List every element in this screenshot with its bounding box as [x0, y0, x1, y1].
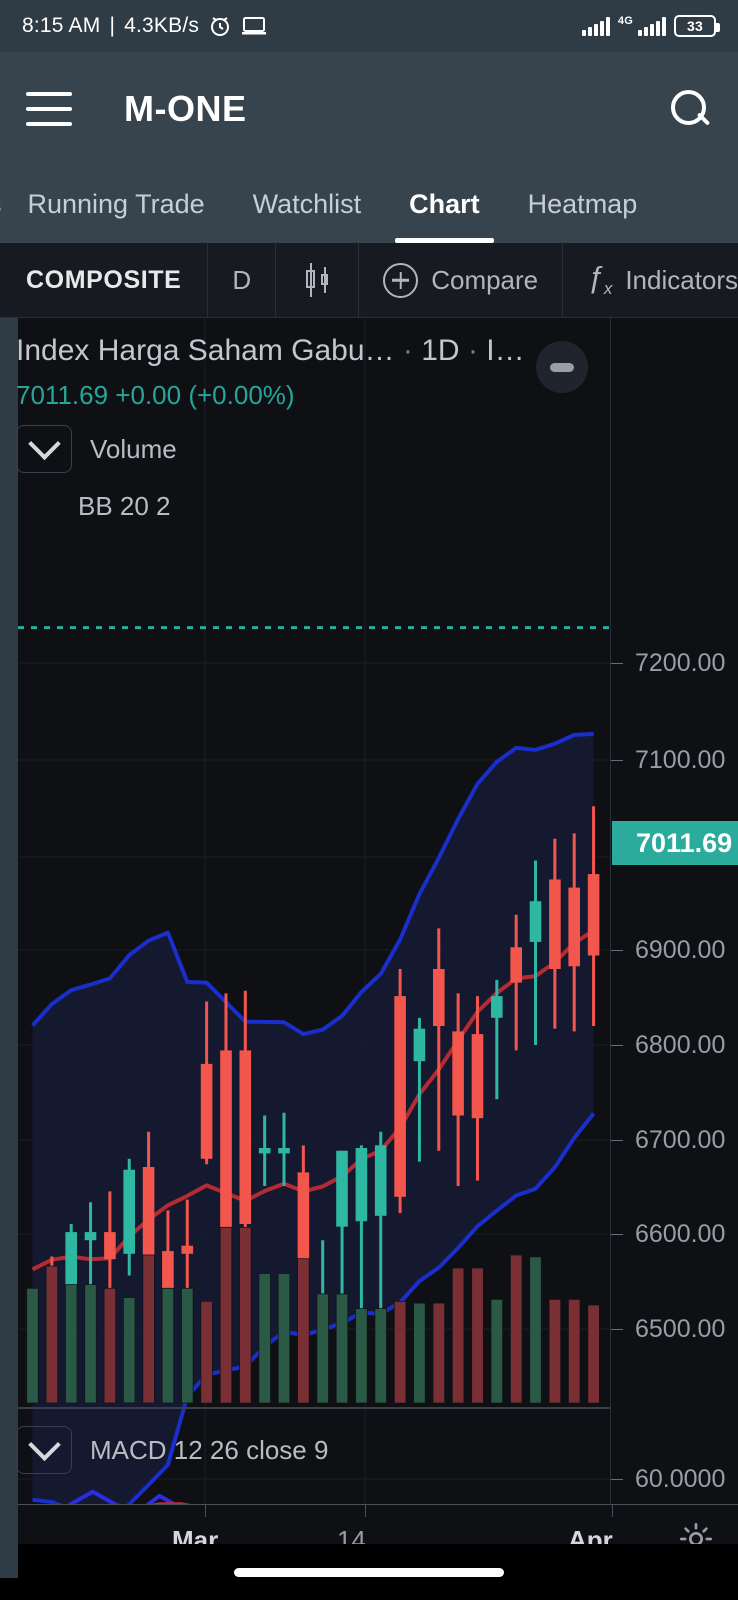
status-network-speed: 4.3KB/s	[124, 14, 200, 37]
legend-title-row[interactable]: Index Harga Saham Gabu… · 1D · I…	[16, 334, 525, 368]
chart-type-button[interactable]	[276, 243, 360, 317]
legend-instrument: Index Harga Saham Gabu…	[16, 334, 395, 367]
hamburger-menu-icon[interactable]	[26, 91, 72, 126]
legend-interval: 1D	[421, 334, 460, 367]
symbol-button[interactable]: COMPOSITE	[0, 243, 209, 317]
tab-heatmap[interactable]: Heatmap	[504, 165, 662, 243]
status-separator: |	[109, 14, 116, 37]
tab-watchlist[interactable]: Watchlist	[229, 165, 386, 243]
price-axis[interactable]: 7200.00 7100.00 7000.00 6900.00 6800.00 …	[610, 318, 738, 1578]
legend-last-price: 7011.69	[16, 380, 109, 410]
macd-axis-label-0: 60.0000	[635, 1465, 726, 1493]
laptop-icon	[241, 15, 267, 37]
home-indicator[interactable]	[234, 1567, 504, 1577]
legend-change-percent: (+0.00%)	[188, 380, 295, 410]
price-axis-label-0: 7200.00	[635, 649, 726, 677]
legend-bb-label: BB 20 2	[78, 491, 171, 521]
system-nav-bar	[0, 1544, 738, 1600]
minimize-icon[interactable]	[536, 341, 588, 393]
function-fx-icon: ƒx	[587, 261, 613, 298]
compare-button[interactable]: Compare	[359, 243, 564, 317]
interval-button[interactable]: D	[208, 243, 277, 317]
plus-circle-icon	[383, 262, 419, 298]
chevron-down-icon-macd[interactable]	[16, 1426, 72, 1474]
app-title: M-ONE	[124, 87, 247, 129]
tab-bar: s Running Trade Watchlist Chart Heatmap	[0, 165, 738, 243]
legend-exchange: I…	[486, 334, 525, 367]
chart-toolbar: COMPOSITE D Compare ƒx Indicators	[0, 243, 738, 318]
price-axis-label-4: 6800.00	[635, 1031, 726, 1059]
macd-label: MACD 12 26 close 9	[90, 1434, 329, 1465]
macd-legend: MACD 12 26 close 9	[16, 1426, 328, 1474]
status-bar-left: 8:15 AM | 4.3KB/s	[22, 14, 267, 38]
legend-sep-1: ·	[402, 334, 413, 367]
chevron-down-icon-volume[interactable]	[16, 425, 72, 473]
tab-running-trade[interactable]: Running Trade	[4, 165, 229, 243]
candlestick-icon	[300, 263, 334, 297]
battery-icon: 33	[674, 15, 720, 37]
app-bar: M-ONE	[0, 52, 738, 165]
legend-sep-2: ·	[467, 334, 478, 367]
price-axis-label-6: 6600.00	[635, 1220, 726, 1248]
alarm-icon	[208, 14, 232, 38]
status-bar-right: 4G 33	[581, 15, 720, 37]
indicators-button[interactable]: ƒx Indicators	[563, 243, 738, 317]
indicators-label: Indicators	[625, 264, 738, 295]
signal-bars-icon-1	[581, 16, 610, 36]
legend-price-row: 7011.69 +0.00 (+0.00%)	[16, 380, 525, 411]
status-time: 8:15 AM	[22, 14, 101, 37]
network-type-label: 4G	[617, 15, 633, 27]
legend-change: +0.00	[115, 380, 182, 410]
price-axis-label-5: 6700.00	[635, 1126, 726, 1154]
chart-legend: Index Harga Saham Gabu… · 1D · I… 7011.6…	[16, 334, 525, 522]
price-axis-label-7: 6500.00	[635, 1315, 726, 1343]
compare-label: Compare	[431, 264, 539, 295]
tab-chart[interactable]: Chart	[385, 165, 504, 243]
legend-volume-row: Volume	[16, 425, 525, 473]
search-icon[interactable]	[666, 86, 712, 132]
status-bar: 8:15 AM | 4.3KB/s 4G 33	[0, 0, 738, 52]
signal-bars-icon-2	[638, 16, 666, 36]
current-price-badge: 7011.69	[612, 821, 738, 865]
battery-percent-label: 33	[687, 18, 703, 34]
price-axis-label-1: 7100.00	[635, 746, 726, 774]
price-axis-label-3: 6900.00	[635, 936, 726, 964]
chart-area[interactable]: Index Harga Saham Gabu… · 1D · I… 7011.6…	[0, 318, 738, 1578]
legend-volume-label: Volume	[90, 433, 177, 464]
